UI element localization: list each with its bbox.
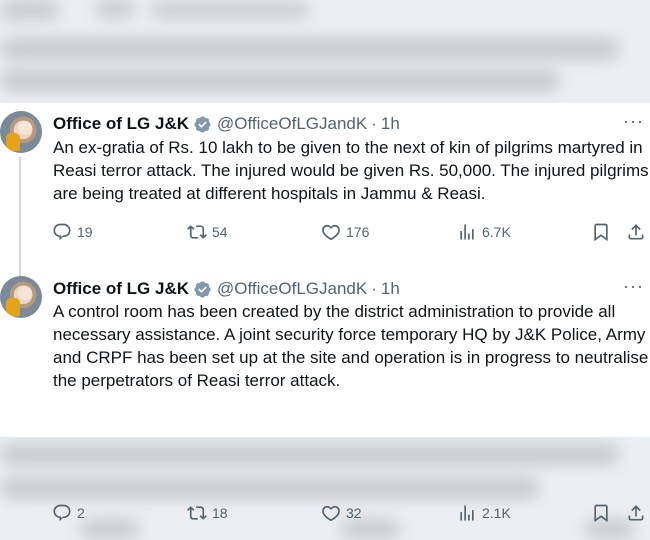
more-options-button[interactable]: ··· [623, 111, 644, 132]
reply-icon [53, 504, 71, 522]
tweet-header: Office of LG J&K @OfficeOfLGJandK · 1h [53, 113, 400, 135]
repost-count: 54 [212, 224, 228, 240]
tweet-actions: 19 54 176 6.7K [52, 220, 650, 244]
repost-icon [187, 225, 207, 239]
like-count: 32 [346, 505, 362, 521]
views-button[interactable]: 6.7K [457, 220, 511, 244]
heart-icon [322, 224, 340, 241]
like-button[interactable]: 32 [321, 501, 362, 525]
tweet-thread-card: Office of LG J&K @OfficeOfLGJandK · 1h ·… [0, 103, 650, 523]
share-icon [628, 505, 644, 521]
repost-button[interactable]: 18 [187, 501, 228, 525]
author-handle[interactable]: @OfficeOfLGJandK [217, 279, 367, 299]
timestamp[interactable]: 1h [381, 279, 400, 299]
blurred-background-top [0, 0, 650, 103]
views-chart-icon [460, 224, 474, 240]
bookmark-icon [594, 223, 608, 242]
views-count: 6.7K [482, 224, 511, 240]
verified-badge-icon [194, 115, 211, 133]
reply-count: 2 [77, 505, 85, 521]
separator: · [371, 114, 377, 133]
tweet-text: A control room has been created by the d… [53, 302, 649, 390]
share-button[interactable] [626, 220, 646, 244]
views-button[interactable]: 2.1K [457, 501, 511, 525]
separator: · [371, 279, 377, 298]
reply-count: 19 [77, 224, 93, 240]
reply-icon [53, 223, 71, 241]
repost-button[interactable]: 54 [187, 220, 228, 244]
tweet-actions: 2 18 32 2.1K [52, 501, 650, 525]
repost-icon [187, 506, 207, 520]
tweet-header: Office of LG J&K @OfficeOfLGJandK · 1h [53, 278, 400, 300]
like-button[interactable]: 176 [321, 220, 369, 244]
tweet[interactable]: Office of LG J&K @OfficeOfLGJandK · 1h ·… [0, 268, 650, 523]
views-chart-icon [460, 505, 474, 521]
timestamp[interactable]: 1h [381, 114, 400, 134]
verified-badge-icon [194, 280, 211, 298]
views-count: 2.1K [482, 505, 511, 521]
bookmark-icon [594, 504, 608, 523]
heart-icon [322, 505, 340, 522]
like-count: 176 [346, 224, 370, 240]
bookmark-button[interactable] [591, 501, 611, 525]
avatar[interactable] [0, 276, 42, 318]
repost-count: 18 [212, 505, 228, 521]
author-name[interactable]: Office of LG J&K [53, 279, 189, 299]
tweet-text: An ex-gratia of Rs. 10 lakh to be given … [53, 138, 649, 203]
more-options-button[interactable]: ··· [623, 276, 644, 297]
avatar[interactable] [0, 111, 42, 153]
tweet[interactable]: Office of LG J&K @OfficeOfLGJandK · 1h ·… [0, 103, 650, 287]
reply-button[interactable]: 19 [52, 220, 93, 244]
bookmark-button[interactable] [591, 220, 611, 244]
share-button[interactable] [626, 501, 646, 525]
reply-button[interactable]: 2 [52, 501, 85, 525]
share-icon [628, 224, 644, 240]
author-handle[interactable]: @OfficeOfLGJandK [217, 114, 367, 134]
author-name[interactable]: Office of LG J&K [53, 114, 189, 134]
